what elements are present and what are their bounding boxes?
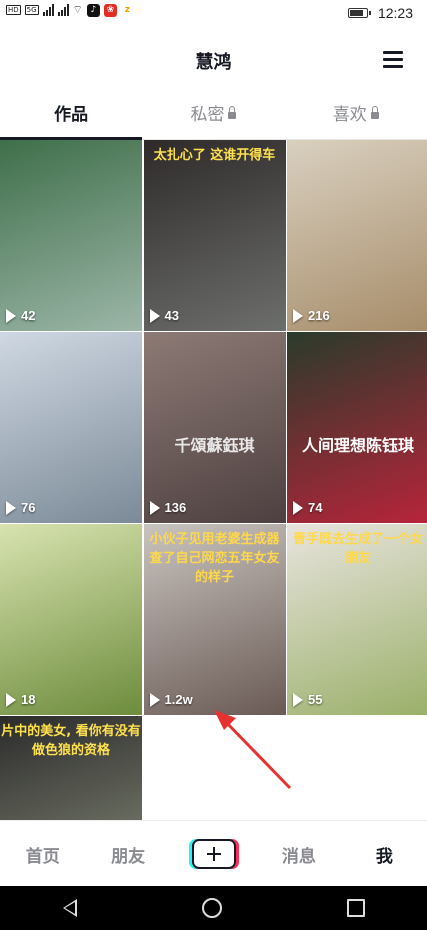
video-caption: 小伙子见用老婆生成器查了自己网恋五年女友的样子 (149, 532, 280, 585)
status-time: 12:23 (377, 5, 413, 21)
play-count: 42 (6, 308, 35, 323)
battery-icon (347, 8, 371, 18)
play-count: 216 (293, 308, 330, 323)
play-count-value: 76 (21, 500, 36, 515)
tab-label: 作品 (54, 105, 89, 125)
system-nav-bar (0, 886, 427, 930)
profile-header: 慧鸿 (0, 36, 427, 84)
battery-level (349, 10, 363, 16)
signal-icon (42, 4, 54, 16)
video-caption: 片中的美女, 看你有没有做色狼的资格 (1, 724, 141, 758)
lock-icon (228, 106, 237, 119)
play-count: 136 (149, 500, 187, 515)
play-icon (149, 308, 160, 323)
play-count-value: 42 (21, 308, 36, 323)
play-icon (149, 500, 160, 515)
signal-icon-2 (57, 4, 69, 16)
video-thumbnail[interactable]: 人间理想陈钰琪 74 (287, 332, 427, 523)
play-count: 18 (6, 692, 35, 707)
play-count: 1.2w (149, 692, 193, 707)
annotation-arrow (214, 710, 292, 790)
video-caption: 千頌蘇鈺琪 (174, 436, 255, 455)
bottom-nav: 首页 朋友 消息 我 (0, 820, 427, 887)
nav-me[interactable]: 我 (342, 842, 427, 867)
play-icon (293, 500, 303, 515)
status-bar: HD 5G ⌔ ♪ ❀ z 12:23 (0, 0, 427, 26)
video-thumbnail[interactable]: 76 (0, 332, 142, 523)
tab-likes[interactable]: 喜欢 (285, 93, 427, 139)
back-icon[interactable] (62, 899, 77, 917)
nav-messages[interactable]: 消息 (256, 842, 341, 867)
video-thumbnail[interactable]: 42 (0, 140, 142, 331)
nav-friends[interactable]: 朋友 (85, 842, 170, 867)
tiktok-app-icon: ♪ (86, 3, 100, 17)
status-icons-right: 12:23 (347, 5, 413, 21)
video-thumbnail[interactable]: 216 (287, 140, 427, 331)
tab-label: 私密 (190, 105, 225, 125)
video-caption: 晋手既去生成了一个女朋友 (292, 532, 423, 566)
video-caption: 人间理想陈钰琪 (301, 436, 414, 455)
tab-private[interactable]: 私密 (142, 93, 284, 139)
tab-label: 喜欢 (332, 105, 367, 125)
play-icon (293, 308, 303, 323)
play-count: 43 (149, 308, 179, 323)
network-type-badge: 5G (24, 5, 39, 15)
video-thumbnail[interactable]: 千頌蘇鈺琪 136 (143, 332, 286, 523)
nav-create[interactable] (171, 839, 256, 869)
nav-home[interactable]: 首页 (0, 842, 85, 867)
video-thumbnail[interactable]: 太扎心了 这谁开得车 43 (143, 140, 286, 331)
video-thumbnail[interactable]: 晋手既去生成了一个女朋友 55 (287, 524, 427, 715)
video-thumbnail[interactable]: 18 (0, 524, 142, 715)
hamburger-menu-icon[interactable] (383, 51, 403, 68)
profile-tabs: 作品 私密 喜欢 (0, 93, 427, 140)
play-count-value: 74 (308, 500, 323, 515)
play-count: 74 (293, 500, 322, 515)
recents-square-icon[interactable] (346, 899, 365, 917)
home-circle-icon[interactable] (201, 898, 222, 918)
play-count: 76 (6, 500, 35, 515)
video-thumbnail[interactable]: 片中的美女, 看你有没有做色狼的资格 (0, 716, 142, 820)
hd-badge: HD (6, 5, 21, 15)
pinduoduo-app-icon: ❀ (103, 3, 117, 17)
page-title: 慧鸿 (195, 52, 232, 73)
lock-icon (370, 106, 379, 119)
tab-works[interactable]: 作品 (0, 93, 143, 140)
play-count-value: 136 (164, 500, 187, 515)
play-count-value: 18 (21, 692, 36, 707)
play-count-value: 43 (164, 308, 179, 323)
play-icon (6, 308, 16, 323)
play-count-value: 1.2w (164, 692, 193, 707)
play-icon (149, 692, 160, 707)
play-count-value: 55 (308, 692, 323, 707)
plus-icon (191, 839, 236, 869)
video-caption: 太扎心了 这谁开得车 (153, 148, 276, 163)
play-count-value: 216 (308, 308, 330, 323)
play-icon (6, 500, 16, 515)
video-thumbnail[interactable]: 小伙子见用老婆生成器查了自己网恋五年女友的样子 1.2w (143, 524, 286, 715)
wifi-icon: ⌔ (72, 3, 83, 16)
z-app-icon: z (124, 4, 131, 15)
play-icon (6, 692, 16, 707)
status-icons-left: HD 5G ⌔ ♪ ❀ z (6, 3, 134, 17)
